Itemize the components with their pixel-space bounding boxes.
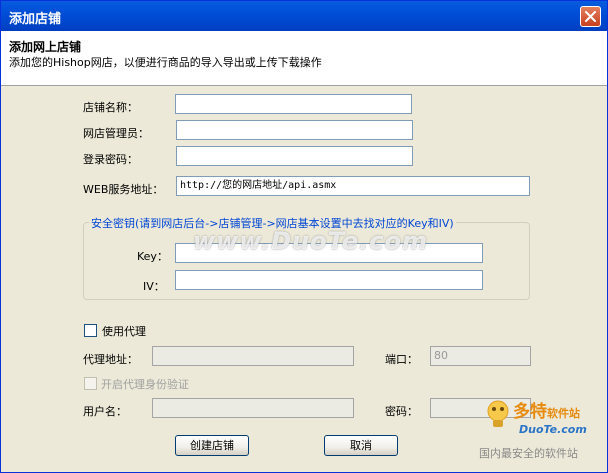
web-service-label: WEB服务地址： [83, 183, 164, 196]
proxy-port-label: 端口： [385, 353, 418, 366]
proxy-password-label: 密码： [385, 405, 418, 418]
create-shop-button[interactable]: 创建店铺 [175, 435, 249, 456]
proxy-username-label: 用户名： [83, 405, 127, 418]
admin-input[interactable] [176, 120, 413, 140]
password-input[interactable] [176, 146, 413, 166]
close-button[interactable] [580, 6, 601, 27]
password-label: 登录密码： [83, 153, 138, 166]
proxy-address-label: 代理地址： [83, 353, 138, 366]
header-title: 添加网上店铺 [9, 40, 82, 54]
proxy-username-input[interactable] [152, 398, 354, 418]
iv-label: IV： [143, 280, 165, 293]
dialog-header: 添加网上店铺 添加您的Hishop网店，以便进行商品的导入导出或上传下载操作 [1, 31, 607, 86]
admin-label: 网店管理员： [83, 127, 149, 140]
proxy-address-input[interactable] [152, 346, 354, 366]
proxy-auth-checkbox[interactable] [84, 377, 97, 390]
proxy-password-input[interactable] [430, 398, 531, 418]
logo-suffix: 软件站 [547, 407, 580, 420]
proxy-port-input[interactable]: 80 [430, 346, 531, 366]
logo-slogan: 国内最安全的软件站 [479, 447, 578, 460]
proxy-auth-label[interactable]: 开启代理身份验证 [101, 376, 189, 392]
key-label: Key： [137, 250, 168, 263]
iv-input[interactable] [175, 270, 483, 290]
shop-name-input[interactable] [175, 94, 412, 114]
title-bar[interactable]: 添加店铺 [1, 1, 607, 31]
use-proxy-checkbox[interactable] [84, 324, 97, 337]
logo-domain: DuoTe.com [519, 423, 587, 436]
shop-name-label: 店铺名称： [83, 101, 138, 114]
use-proxy-label[interactable]: 使用代理 [102, 323, 146, 339]
security-legend: 安全密钥(请到网店后台->店铺管理->网店基本设置中去找对应的Key和IV) [89, 215, 456, 231]
close-icon [585, 11, 596, 22]
window-title: 添加店铺 [9, 12, 62, 27]
add-shop-dialog: 添加店铺 添加网上店铺 添加您的Hishop网店，以便进行商品的导入导出或上传下… [0, 0, 608, 473]
key-input[interactable] [175, 243, 483, 263]
web-service-input[interactable]: http://您的网店地址/api.asmx [176, 176, 530, 196]
cancel-button[interactable]: 取消 [324, 435, 398, 456]
header-description: 添加您的Hishop网店，以便进行商品的导入导出或上传下载操作 [9, 56, 322, 69]
